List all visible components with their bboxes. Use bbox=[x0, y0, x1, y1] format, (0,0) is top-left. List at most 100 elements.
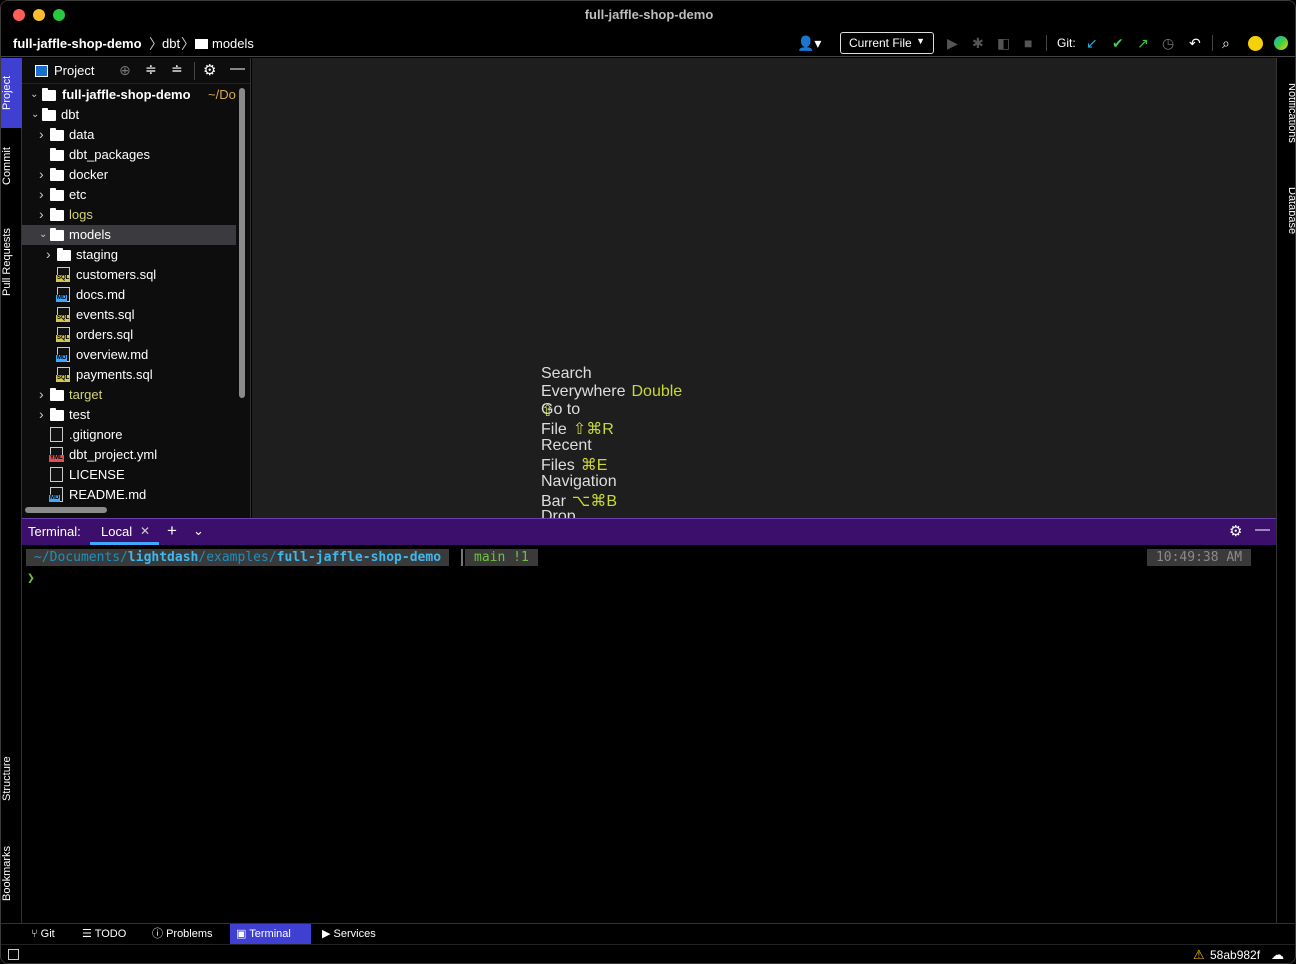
tree-item[interactable]: SQL payments.sql bbox=[22, 365, 236, 385]
tree-item[interactable]: › test bbox=[22, 405, 236, 425]
sql-file-icon: SQL bbox=[56, 267, 71, 282]
prompt-time-segment: 10:49:38 AM bbox=[1147, 549, 1251, 566]
tree-item[interactable]: › data bbox=[22, 125, 236, 145]
editor-area[interactable]: Search Everywhere Double ⇧ Go to File ⇧⌘R Re… bbox=[252, 58, 1276, 518]
user-icon[interactable]: 👤▾ bbox=[797, 35, 821, 52]
expand-all-icon[interactable]: ≑ bbox=[145, 61, 157, 78]
chevron-right-icon[interactable]: › bbox=[39, 404, 44, 424]
git-label: Git: bbox=[1057, 36, 1076, 50]
tool-tab-structure[interactable]: Structure bbox=[1, 744, 22, 814]
vertical-scrollbar[interactable] bbox=[239, 88, 245, 398]
coverage-icon[interactable]: ◧ bbox=[997, 35, 1010, 52]
gear-icon[interactable]: ⚙ bbox=[1229, 522, 1242, 540]
hide-panel-icon[interactable]: — bbox=[230, 60, 245, 77]
rollback-icon[interactable]: ↶ bbox=[1189, 35, 1201, 52]
terminal-tab-local[interactable]: Local ✕ bbox=[90, 519, 159, 545]
tree-item[interactable]: dbt_packages bbox=[22, 145, 236, 165]
debug-icon[interactable]: ✱ bbox=[972, 35, 984, 52]
collapse-all-icon[interactable]: ≐ bbox=[171, 61, 183, 78]
commit-hash[interactable]: 58ab982f bbox=[1210, 948, 1260, 962]
tree-item[interactable]: SQL orders.sql bbox=[22, 325, 236, 345]
prompt-divider bbox=[461, 549, 463, 566]
tree-item[interactable]: SQL customers.sql bbox=[22, 265, 236, 285]
inspection-icon[interactable]: ☁ bbox=[1271, 947, 1284, 963]
hide-panel-icon[interactable]: — bbox=[1255, 521, 1270, 538]
bottom-tab-git[interactable]: ⑂ Git bbox=[25, 924, 61, 945]
close-icon[interactable]: ✕ bbox=[140, 524, 150, 538]
tree-item[interactable]: .gitignore bbox=[22, 425, 236, 445]
toggle-tool-windows-icon[interactable] bbox=[8, 949, 19, 960]
bottom-tab-label: Git bbox=[40, 928, 55, 940]
file-type-badge: SQL bbox=[56, 275, 71, 282]
tree-root[interactable]: ⌄ full-jaffle-shop-demo ~/Do bbox=[22, 85, 250, 105]
tree-item[interactable]: SQL events.sql bbox=[22, 305, 236, 325]
warning-icon[interactable]: ⚠ bbox=[1193, 947, 1205, 963]
breadcrumb-project[interactable]: full-jaffle-shop-demo bbox=[13, 36, 142, 51]
breadcrumb-dbt[interactable]: dbt bbox=[162, 36, 180, 51]
tool-tab-notifications[interactable]: Notifications bbox=[1277, 68, 1295, 158]
tree-item[interactable]: › docker bbox=[22, 165, 236, 185]
new-terminal-icon[interactable]: + bbox=[167, 521, 177, 541]
chevron-down-icon[interactable]: ⌄ bbox=[31, 105, 39, 125]
git-push-icon[interactable]: ↗ bbox=[1137, 35, 1149, 52]
breadcrumb-models[interactable]: models bbox=[212, 36, 254, 51]
folder-icon bbox=[50, 188, 64, 201]
chevron-right-icon[interactable]: › bbox=[46, 244, 51, 264]
tree-item[interactable]: › etc bbox=[22, 185, 236, 205]
tool-tab-bookmarks[interactable]: Bookmarks bbox=[1, 832, 22, 914]
tool-tab-database[interactable]: Database bbox=[1277, 176, 1295, 246]
gear-icon[interactable]: ⚙ bbox=[203, 61, 216, 79]
tree-item[interactable]: MD docs.md bbox=[22, 285, 236, 305]
tree-item[interactable]: › target bbox=[22, 385, 236, 405]
horizontal-scrollbar[interactable] bbox=[25, 507, 107, 513]
terminal-icon: ▣ bbox=[236, 928, 247, 940]
tree-item[interactable]: LICENSE bbox=[22, 465, 236, 485]
path-bold-1: lightdash bbox=[127, 550, 199, 565]
bottom-tab-todo[interactable]: ☰ TODO bbox=[76, 924, 132, 945]
folder-icon bbox=[50, 228, 64, 241]
terminal-header: Terminal: Local ✕ + ⌄ ⚙ — bbox=[22, 518, 1276, 545]
tool-tab-commit[interactable]: Commit bbox=[1, 136, 22, 196]
project-panel-title[interactable]: Project bbox=[54, 63, 94, 78]
plugin-icon[interactable] bbox=[1274, 36, 1288, 50]
tree-item[interactable]: ⌄ dbt bbox=[22, 105, 236, 125]
bottom-tab-terminal[interactable]: ▣ Terminal bbox=[230, 924, 311, 945]
chevron-right-icon[interactable]: › bbox=[39, 384, 44, 404]
tree-item[interactable]: › logs bbox=[22, 205, 236, 225]
chevron-down-icon[interactable]: ⌄ bbox=[193, 523, 204, 539]
run-configuration-dropdown[interactable]: Current File ▼ bbox=[840, 32, 934, 54]
terminal-body[interactable]: ~/Documents/lightdash/examples/full-jaff… bbox=[22, 545, 1276, 923]
folder-icon bbox=[50, 128, 64, 141]
select-opened-file-icon[interactable]: ⊕ bbox=[119, 62, 131, 79]
tree-item[interactable]: › staging bbox=[22, 245, 236, 265]
sql-file-icon: SQL bbox=[56, 307, 71, 322]
tree-item-label: logs bbox=[69, 207, 93, 222]
tool-tab-pull-requests[interactable]: Pull Requests bbox=[1, 216, 22, 308]
code-with-me-icon[interactable] bbox=[1248, 36, 1263, 51]
tree-item[interactable]: YML dbt_project.yml bbox=[22, 445, 236, 465]
tree-item[interactable]: MD README.md bbox=[22, 485, 236, 505]
md-file-icon: MD bbox=[56, 287, 70, 302]
chevron-right-icon[interactable]: › bbox=[39, 164, 44, 184]
bottom-tab-problems[interactable]: ⓘ Problems bbox=[146, 924, 219, 945]
search-icon[interactable]: ⌕ bbox=[1222, 35, 1230, 52]
tree-item[interactable]: MD overview.md bbox=[22, 345, 236, 365]
git-update-icon[interactable]: ↙ bbox=[1086, 35, 1098, 52]
stop-icon[interactable]: ■ bbox=[1024, 35, 1032, 51]
chevron-right-icon[interactable]: › bbox=[39, 124, 44, 144]
bottom-tool-bar: ⑂ Git ☰ TODO ⓘ Problems ▣ Terminal ▶ Ser… bbox=[1, 923, 1295, 945]
chevron-right-icon[interactable]: › bbox=[39, 204, 44, 224]
info-icon: ⓘ bbox=[152, 928, 163, 940]
git-commit-icon[interactable]: ✔ bbox=[1112, 35, 1124, 52]
bottom-tab-services[interactable]: ▶ Services bbox=[316, 924, 382, 945]
chevron-down-icon[interactable]: ⌄ bbox=[39, 225, 47, 245]
tree-item-label: dbt_packages bbox=[69, 147, 150, 162]
tree-item[interactable]: ⌄ models bbox=[22, 225, 236, 245]
md-file-icon: MD bbox=[56, 347, 70, 362]
folder-icon bbox=[50, 388, 64, 401]
tool-tab-project[interactable]: Project bbox=[1, 62, 22, 124]
run-icon[interactable]: ▶ bbox=[947, 35, 958, 52]
editor-hint-shortcut: ⇧⌘R bbox=[572, 421, 614, 438]
chevron-right-icon[interactable]: › bbox=[39, 184, 44, 204]
history-icon[interactable]: ◷ bbox=[1162, 35, 1174, 52]
